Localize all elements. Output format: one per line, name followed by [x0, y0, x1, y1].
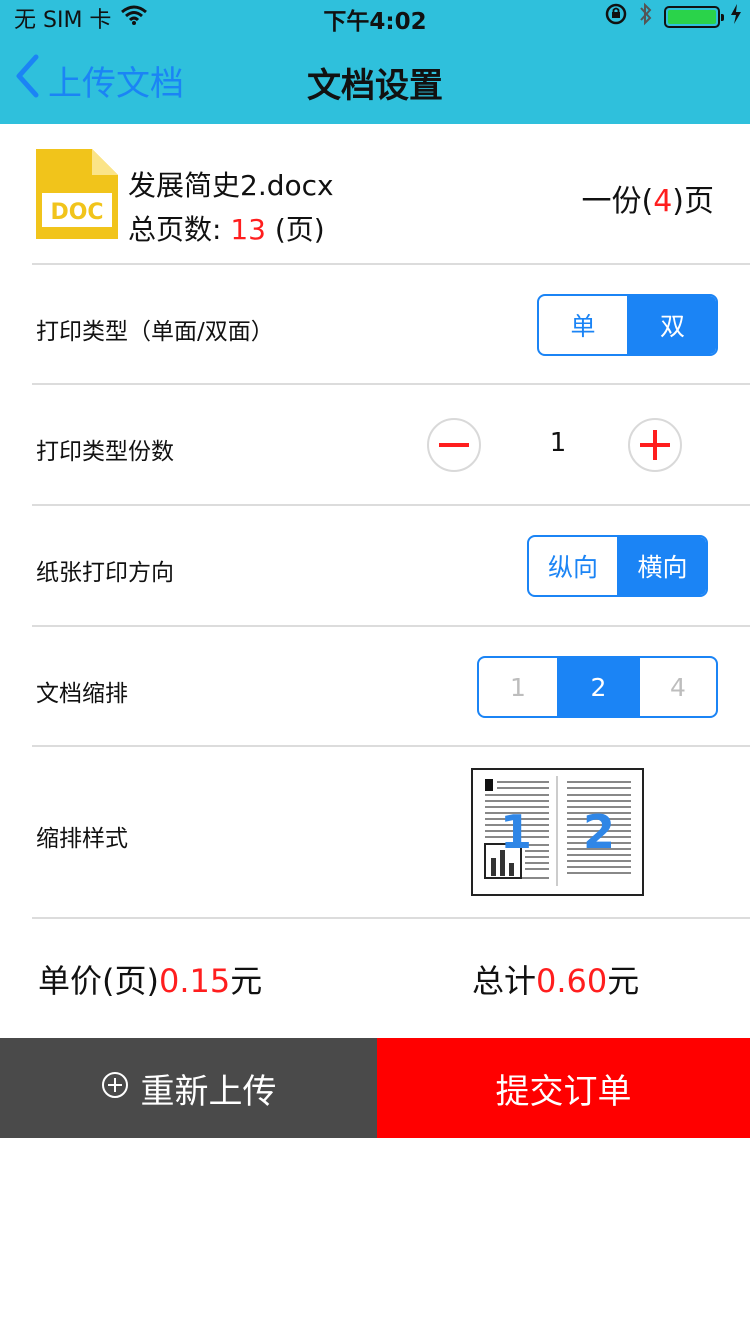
nup-option-4[interactable]: 4 [638, 658, 716, 716]
doc-file-icon: DOC [36, 149, 118, 239]
reupload-label: 重新上传 [140, 1071, 277, 1112]
circle-plus-icon [101, 1068, 129, 1108]
total-pages-value: 13 [230, 213, 266, 246]
submit-order-button[interactable]: 提交订单 [377, 1038, 750, 1138]
nup-segmented: 1 2 4 [477, 656, 718, 718]
total-pages-suffix: (页) [265, 213, 325, 246]
total-price-label: 总计 [472, 962, 537, 1000]
print-side-label: 打印类型（单面/双面） [36, 319, 274, 345]
battery-icon [664, 6, 724, 28]
copies-value: 1 [549, 428, 567, 458]
divider [32, 917, 750, 919]
doc-icon-text: DOC [50, 200, 103, 225]
total-price-suffix: 元 [607, 962, 640, 1000]
total-price-value: 0.60 [536, 962, 608, 1000]
page-title: 文档设置 [307, 66, 443, 106]
file-info: DOC 发展简史2.docx 总页数: 13 (页) 一份(4)页 [0, 124, 750, 264]
divider [32, 625, 750, 627]
orientation-landscape[interactable]: 横向 [617, 537, 706, 595]
bluetooth-icon [638, 2, 654, 32]
total-pages: 总页数: 13 (页) [128, 208, 325, 248]
pages-per-copy-suffix: )页 [672, 184, 714, 219]
divider [32, 263, 750, 265]
decrement-button[interactable] [427, 418, 481, 472]
print-side-double[interactable]: 双 [627, 296, 716, 354]
unit-price: 单价(页)0.15元 [38, 956, 262, 1002]
preview-page-2: 2 [583, 805, 615, 859]
two-up-layout-preview: 1 2 [471, 768, 644, 896]
divider [32, 383, 750, 385]
increment-button[interactable] [628, 418, 682, 472]
pages-per-copy-prefix: 一份( [581, 184, 654, 219]
nup-label: 文档缩排 [36, 681, 128, 707]
divider [32, 504, 750, 506]
unit-price-value: 0.15 [158, 962, 231, 1000]
pages-per-copy: 一份(4)页 [581, 176, 714, 220]
orientation-segmented: 纵向 横向 [527, 535, 708, 597]
submit-order-label: 提交订单 [495, 1071, 632, 1112]
preview-page-1: 1 [500, 805, 532, 859]
nup-option-1[interactable]: 1 [479, 658, 557, 716]
minus-icon [439, 443, 469, 447]
print-side-single[interactable]: 单 [539, 296, 627, 354]
nav-bar: 上传文档 文档设置 [0, 32, 750, 124]
total-pages-label: 总页数: [128, 213, 231, 246]
charging-icon [730, 4, 742, 30]
status-bar: 无 SIM 卡 下午4:02 [0, 0, 750, 35]
total-price: 总计0.60元 [472, 956, 639, 1002]
rotation-lock-icon [604, 3, 628, 31]
nup-option-2[interactable]: 2 [557, 658, 638, 716]
nup-style-label: 缩排样式 [36, 826, 128, 852]
orientation-label: 纸张打印方向 [36, 560, 174, 586]
price-row: 单价(页)0.15元 总计0.60元 [0, 950, 750, 1010]
unit-price-suffix: 元 [230, 962, 263, 1000]
reupload-button[interactable]: 重新上传 [0, 1038, 377, 1138]
status-right [604, 2, 742, 32]
copies-label: 打印类型份数 [36, 439, 174, 465]
orientation-portrait[interactable]: 纵向 [529, 537, 617, 595]
pages-per-copy-value: 4 [653, 184, 673, 219]
plus-icon [640, 430, 670, 460]
divider [32, 745, 750, 747]
unit-price-label: 单价(页) [38, 962, 159, 1000]
print-side-segmented: 单 双 [537, 294, 718, 356]
file-name: 发展简史2.docx [128, 169, 334, 202]
